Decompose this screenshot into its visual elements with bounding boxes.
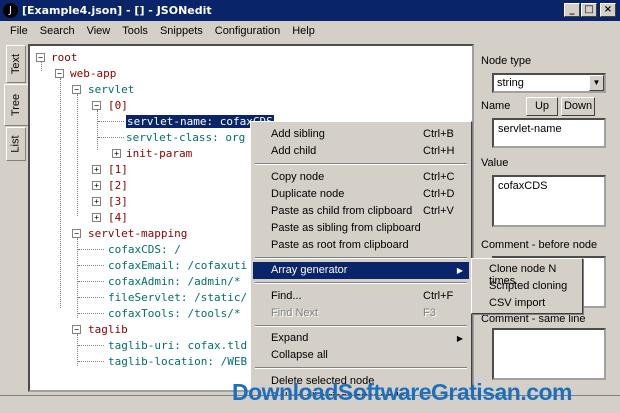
menu-tools[interactable]: Tools bbox=[116, 25, 154, 37]
value-input[interactable]: cofaxCDS bbox=[492, 175, 606, 227]
menu-item-array-generator[interactable]: Array generator ▶ bbox=[253, 262, 469, 279]
collapse-toggle-servlet[interactable]: − bbox=[72, 85, 81, 94]
menu-separator bbox=[255, 367, 467, 369]
tree-node-taglib-location[interactable]: taglib-location: /WEB bbox=[108, 355, 247, 368]
tree-node-cofaxadmin[interactable]: cofaxAdmin: /admin/* bbox=[108, 275, 240, 288]
comment-same-input[interactable] bbox=[492, 328, 606, 380]
menu-separator bbox=[255, 282, 467, 284]
tree-node-index-2[interactable]: [2] bbox=[108, 179, 128, 192]
menu-item-collapse-all[interactable]: Collapse all bbox=[253, 347, 469, 364]
menu-snippets[interactable]: Snippets bbox=[154, 25, 209, 37]
minimize-button[interactable]: _ bbox=[564, 3, 580, 17]
tree-node-taglib[interactable]: taglib bbox=[88, 323, 128, 336]
tab-text[interactable]: Text bbox=[6, 45, 26, 83]
tree-node-cofaxcds[interactable]: cofaxCDS: / bbox=[108, 243, 181, 256]
tree-node-servlet[interactable]: servlet bbox=[88, 83, 134, 96]
context-menu: Add sibling Ctrl+B Add child Ctrl+H Copy… bbox=[250, 121, 472, 409]
node-type-label: Node type bbox=[481, 55, 532, 67]
expand-toggle-idx2[interactable]: + bbox=[92, 181, 101, 190]
tab-list[interactable]: List bbox=[6, 127, 26, 161]
name-input[interactable]: servlet-name bbox=[492, 118, 606, 148]
menu-search[interactable]: Search bbox=[34, 25, 81, 37]
title-bar: [Example4.json] - [] - JSONedit bbox=[0, 0, 620, 21]
tree-node-index-3[interactable]: [3] bbox=[108, 195, 128, 208]
down-button[interactable]: Down bbox=[561, 97, 595, 116]
expand-toggle-idx4[interactable]: + bbox=[92, 213, 101, 222]
menu-separator bbox=[255, 257, 467, 259]
tree-node-fileservlet[interactable]: fileServlet: /static/ bbox=[108, 291, 247, 304]
menu-item-copy-node[interactable]: Copy node Ctrl+C bbox=[253, 169, 469, 186]
chevron-down-icon[interactable]: ▼ bbox=[589, 75, 604, 91]
tree-node-taglib-uri[interactable]: taglib-uri: cofax.tld bbox=[108, 339, 247, 352]
menu-item-expand[interactable]: Expand ▶ bbox=[253, 330, 469, 347]
tree-node-servlet-class[interactable]: servlet-class: org bbox=[126, 131, 245, 144]
collapse-toggle-web-app[interactable]: − bbox=[55, 69, 64, 78]
app-icon[interactable]: J bbox=[3, 3, 18, 18]
menu-help[interactable]: Help bbox=[286, 25, 321, 37]
window-title: [Example4.json] - [] - JSONedit bbox=[22, 4, 212, 17]
menu-item-find-next: Find Next F3 bbox=[271, 307, 436, 319]
node-type-select[interactable]: string ▼ bbox=[492, 73, 606, 93]
comment-before-label: Comment - before node bbox=[481, 239, 598, 251]
tree-node-cofaxtools[interactable]: cofaxTools: /tools/* bbox=[108, 307, 240, 320]
comment-same-label: Comment - same line bbox=[481, 313, 586, 325]
value-label: Value bbox=[481, 157, 509, 169]
submenu-arrow-icon: ▶ bbox=[456, 266, 463, 275]
menu-item-add-child[interactable]: Add child Ctrl+H bbox=[253, 143, 469, 160]
tree-node-root[interactable]: root bbox=[51, 51, 78, 64]
menu-item-duplicate-node[interactable]: Duplicate node Ctrl+D bbox=[253, 186, 469, 203]
tree-node-index-0[interactable]: [0] bbox=[108, 99, 128, 112]
menu-item-paste-child[interactable]: Paste as child from clipboard Ctrl+V bbox=[253, 203, 469, 220]
name-label: Name bbox=[481, 100, 511, 112]
collapse-toggle-servlet-mapping[interactable]: − bbox=[72, 229, 81, 238]
menu-file[interactable]: File bbox=[4, 25, 34, 37]
submenu-item-scripted-cloning[interactable]: Scripted cloning bbox=[489, 280, 567, 292]
tree-node-web-app[interactable]: web-app bbox=[70, 67, 116, 80]
tree-node-index-4[interactable]: [4] bbox=[108, 211, 128, 224]
close-button[interactable]: × bbox=[600, 3, 616, 17]
tree-node-cofaxemail[interactable]: cofaxEmail: /cofaxuti bbox=[108, 259, 247, 272]
tree-node-servlet-mapping[interactable]: servlet-mapping bbox=[88, 227, 187, 240]
expand-toggle-idx1[interactable]: + bbox=[92, 165, 101, 174]
menu-item-paste-sibling[interactable]: Paste as sibling from clipboard bbox=[253, 220, 469, 237]
expand-toggle-init-param[interactable]: + bbox=[112, 149, 121, 158]
watermark-text: DownloadSoftwareGratisan.com bbox=[232, 379, 573, 405]
tab-tree[interactable]: Tree bbox=[4, 84, 28, 126]
submenu-arrow-icon: ▶ bbox=[456, 334, 463, 343]
expand-toggle-idx3[interactable]: + bbox=[92, 197, 101, 206]
menu-separator bbox=[255, 163, 467, 165]
submenu-item-csv-import[interactable]: CSV import bbox=[489, 297, 545, 309]
menu-item-paste-root[interactable]: Paste as root from clipboard bbox=[253, 237, 469, 254]
menu-item-add-sibling[interactable]: Add sibling Ctrl+B bbox=[253, 126, 469, 143]
menu-configuration[interactable]: Configuration bbox=[209, 25, 286, 37]
tree-node-index-1[interactable]: [1] bbox=[108, 163, 128, 176]
collapse-toggle-idx0[interactable]: − bbox=[92, 101, 101, 110]
menu-bar: File Search View Tools Snippets Configur… bbox=[0, 21, 620, 41]
array-generator-submenu: Clone node N times Scripted cloning CSV … bbox=[471, 258, 583, 314]
menu-view[interactable]: View bbox=[81, 25, 117, 37]
collapse-toggle-taglib[interactable]: − bbox=[72, 325, 81, 334]
tree-node-init-param[interactable]: init-param bbox=[126, 147, 192, 160]
up-button[interactable]: Up bbox=[526, 97, 558, 116]
maximize-button[interactable]: □ bbox=[581, 3, 597, 17]
collapse-toggle-root[interactable]: − bbox=[36, 53, 45, 62]
menu-item-find[interactable]: Find... Ctrl+F bbox=[253, 288, 469, 305]
menu-separator bbox=[255, 325, 467, 327]
